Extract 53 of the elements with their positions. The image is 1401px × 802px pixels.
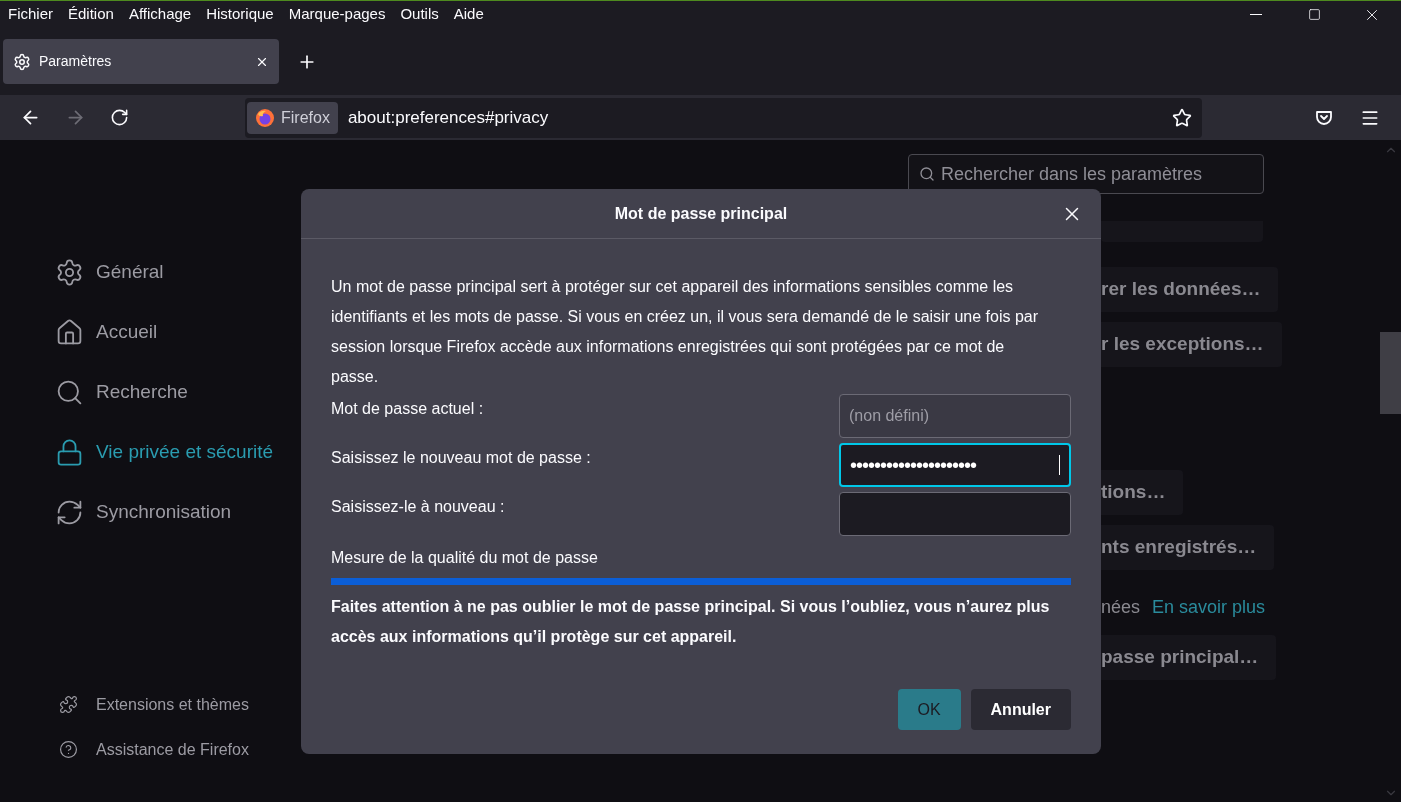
field-label: Saisissez-le à nouveau : — [331, 497, 505, 517]
dimmed-text: nées — [1101, 596, 1141, 619]
sidebar-link[interactable]: Extensions et thèmes — [55, 682, 300, 727]
gear-icon — [13, 52, 31, 71]
menu-item[interactable]: Marque-pages — [288, 3, 386, 26]
dimmed-button[interactable]: r les exceptions… — [1101, 322, 1282, 367]
sidebar-item[interactable]: Accueil — [55, 302, 300, 362]
gear-icon — [55, 257, 84, 287]
lock-icon — [55, 437, 84, 467]
sidebar-item[interactable]: Général — [55, 242, 300, 302]
sidebar-item[interactable]: Synchronisation — [55, 482, 300, 542]
warning-text: Faites attention à ne pas oublier le mot de passe principal. Si vous l’oubliez, vous n’aurez plus accès aux informations qu’il protège sur cet appareil. — [331, 597, 1051, 647]
address-bar[interactable]: Firefox about:preferences#privacy — [245, 97, 1202, 138]
menu-item[interactable]: Affichage — [128, 3, 192, 26]
cancel-button[interactable]: Annuler — [970, 689, 1071, 730]
minimize-icon — [1250, 14, 1262, 15]
menu-item[interactable]: Aide — [453, 3, 484, 26]
url-text: about:preferences#privacy — [347, 106, 549, 129]
menu-item[interactable]: Historique — [206, 3, 274, 26]
house-icon — [55, 317, 84, 347]
menu-item[interactable]: Outils — [400, 3, 439, 26]
search-field[interactable]: Rechercher dans les paramètres — [908, 154, 1264, 194]
scrollbar-thumb[interactable] — [1380, 332, 1401, 414]
field-label: Saisissez le nouveau mot de passe : — [331, 448, 591, 468]
sidebar-link[interactable]: Assistance de Firefox — [55, 727, 300, 772]
learn-more-link[interactable]: En savoir plus — [1152, 594, 1266, 621]
password-field: (non défini) — [839, 394, 1071, 438]
identity-button[interactable]: Firefox — [247, 101, 338, 134]
menu-item[interactable]: Édition — [68, 3, 114, 26]
text-cursor — [1059, 455, 1060, 475]
fox-logo-icon — [255, 107, 275, 128]
ok-button[interactable]: OK — [897, 689, 961, 730]
reload-icon[interactable] — [110, 108, 129, 127]
password-field[interactable] — [839, 492, 1071, 536]
puzzle-icon — [59, 695, 78, 714]
sidebar-item[interactable]: Vie privée et sécurité — [55, 422, 300, 482]
sidebar-item[interactable]: Recherche — [55, 362, 300, 422]
dimmed-button[interactable]: tions… — [1101, 470, 1184, 515]
menu-item[interactable]: Fichier — [8, 3, 53, 26]
help-icon — [59, 740, 78, 759]
dialog-description: Un mot de passe principal sert à protéger sur cet appareil des informations sensibles comme les identifiants et les mots de passe. Si vous en créez un, il vous sera demandé de le saisir une fois par session lorsque Firefox accède aux informations enregistrées qui sont protégées par ce mot de passe. — [331, 277, 1040, 387]
dimmed-button[interactable]: rer les données… — [1101, 267, 1279, 312]
bookmark-star-icon[interactable] — [1172, 107, 1192, 128]
password-field[interactable]: ••••••••••••••••••••• — [839, 443, 1071, 487]
meter-label: Mesure de la qualité du mot de passe — [331, 548, 599, 568]
field-label: Mot de passe actuel : — [331, 399, 484, 419]
dimmed-button[interactable]: passe principal… — [1101, 635, 1277, 680]
search-icon — [919, 166, 935, 182]
tab-title: Paramètres — [39, 52, 112, 71]
browser-tab[interactable]: Paramètres — [3, 39, 279, 84]
maximize-icon — [1307, 8, 1321, 21]
dialog-title: Mot de passe principal — [614, 203, 788, 224]
dimmed-button[interactable]: nts enregistrés… — [1101, 525, 1275, 570]
